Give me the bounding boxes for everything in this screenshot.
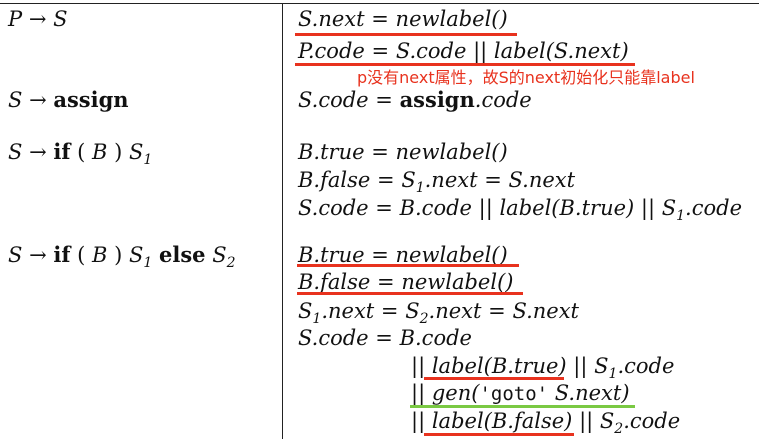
red-underline-p-code bbox=[295, 63, 635, 66]
action-s-code-if: S.code = B.code || label(B.true) || S1.c… bbox=[298, 196, 742, 224]
action-gen-goto: || gen('goto' S.next) bbox=[411, 381, 630, 405]
action-s-next-newlabel: S.next = newlabel() bbox=[298, 7, 508, 31]
table-top-rule bbox=[0, 3, 759, 4]
action-b-true: B.true = newlabel() bbox=[298, 140, 508, 164]
action-label-b-false: || label(B.false) || S2.code bbox=[411, 409, 681, 437]
production-s-assign: S → assign bbox=[8, 87, 129, 112]
production-s-if: S → if ( B ) S1 bbox=[8, 139, 153, 168]
red-underline-s-next bbox=[295, 33, 517, 36]
red-underline-b-true bbox=[297, 264, 519, 267]
action-s-code-bcode: S.code = B.code bbox=[298, 326, 472, 350]
action-p-code: P.code = S.code || label(S.next) bbox=[298, 39, 629, 63]
red-underline-b-false bbox=[297, 292, 523, 295]
column-divider bbox=[282, 3, 283, 439]
production-p-s: P → S bbox=[8, 7, 68, 31]
red-underline-label-b-true bbox=[424, 377, 564, 380]
production-s-if-else: S → if ( B ) S1 else S2 bbox=[8, 242, 236, 271]
red-underline-label-b-false bbox=[424, 433, 574, 436]
action-s-code-assign: S.code = assign.code bbox=[298, 87, 532, 112]
handwritten-annotation: p没有next属性，故S的next初始化只能靠label bbox=[357, 68, 695, 87]
green-underline-gen-goto bbox=[410, 405, 635, 408]
